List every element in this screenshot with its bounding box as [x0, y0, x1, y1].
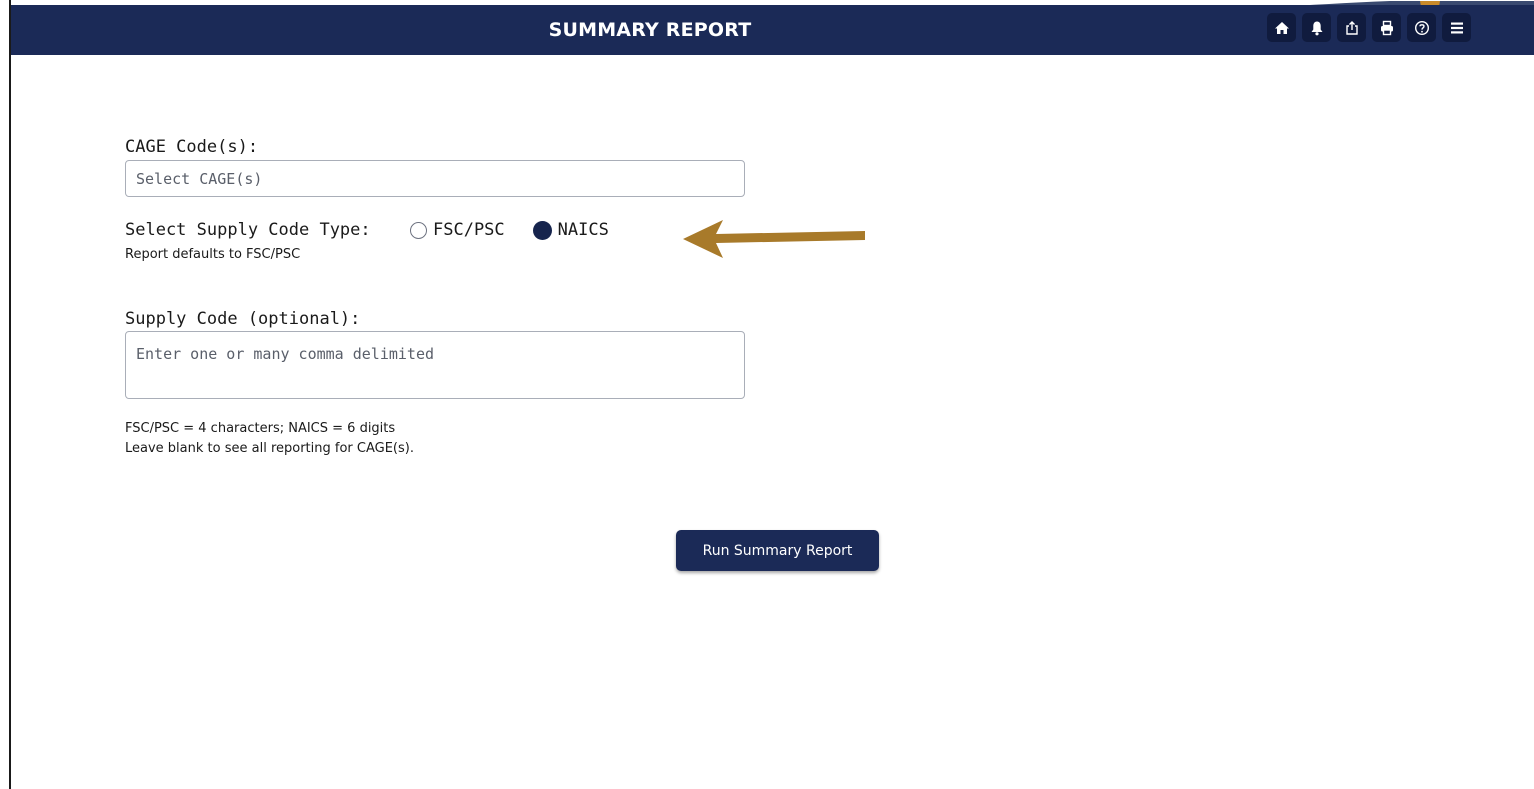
summary-report-page: SUMMARY REPORT CAGE Code(s): Select CAGE… [0, 0, 1534, 789]
run-summary-report-button[interactable]: Run Summary Report [676, 530, 879, 571]
home-icon [1274, 20, 1290, 36]
page-title: SUMMARY REPORT [548, 19, 752, 41]
supply-code-input[interactable] [125, 331, 745, 399]
bell-icon [1309, 20, 1325, 36]
print-button[interactable] [1372, 13, 1401, 42]
help-button[interactable] [1407, 13, 1436, 42]
print-icon [1379, 20, 1395, 36]
share-icon [1344, 20, 1360, 36]
menu-button[interactable] [1442, 13, 1471, 42]
share-button[interactable] [1337, 13, 1366, 42]
supply-type-radio-group: FSC/PSC NAICS [410, 218, 637, 242]
radio-fsc-psc-circle[interactable] [410, 221, 427, 239]
radio-fsc-psc-label: FSC/PSC [433, 220, 505, 240]
annotation-arrow [683, 218, 868, 265]
help-icon [1414, 20, 1430, 36]
supply-code-hint-format: FSC/PSC = 4 characters; NAICS = 6 digits [125, 421, 396, 436]
radio-fsc-psc[interactable]: FSC/PSC [410, 220, 505, 240]
cage-input[interactable] [125, 160, 745, 197]
supply-type-note: Report defaults to FSC/PSC [125, 247, 301, 262]
radio-naics-label: NAICS [557, 220, 609, 240]
header-toolbar [1267, 13, 1471, 42]
supply-type-label: Select Supply Code Type: [125, 220, 371, 240]
supply-code-hint-blank: Leave blank to see all reporting for CAG… [125, 441, 414, 456]
notifications-button[interactable] [1302, 13, 1331, 42]
radio-naics-circle[interactable] [532, 220, 552, 240]
cage-label: CAGE Code(s): [125, 137, 259, 157]
supply-code-label: Supply Code (optional): [125, 309, 361, 329]
home-button[interactable] [1267, 13, 1296, 42]
menu-icon [1449, 20, 1465, 36]
radio-naics[interactable]: NAICS [532, 220, 609, 240]
left-border [9, 0, 11, 789]
